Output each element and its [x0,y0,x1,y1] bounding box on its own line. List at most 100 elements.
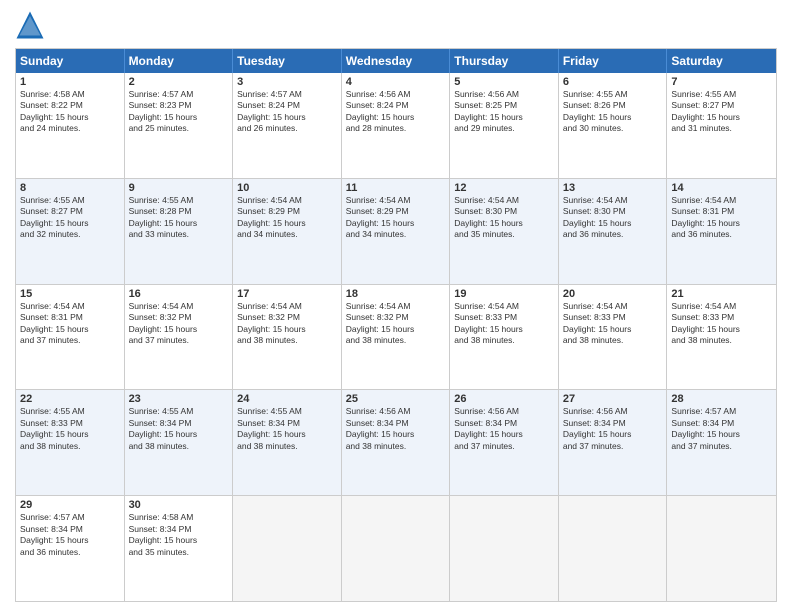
calendar: SundayMondayTuesdayWednesdayThursdayFrid… [15,48,777,602]
day-number: 5 [454,76,554,88]
day-number: 7 [671,76,772,88]
day-number: 4 [346,76,446,88]
day-number: 12 [454,182,554,194]
cell-info: Sunrise: 4:54 AM Sunset: 8:32 PM Dayligh… [129,301,229,347]
calendar-cell: 20Sunrise: 4:54 AM Sunset: 8:33 PM Dayli… [559,285,668,390]
calendar-cell-empty [450,496,559,601]
day-number: 8 [20,182,120,194]
calendar-cell: 14Sunrise: 4:54 AM Sunset: 8:31 PM Dayli… [667,179,776,284]
cell-info: Sunrise: 4:58 AM Sunset: 8:34 PM Dayligh… [129,512,229,558]
calendar-cell-empty [559,496,668,601]
calendar-row: 22Sunrise: 4:55 AM Sunset: 8:33 PM Dayli… [16,389,776,495]
calendar-cell: 30Sunrise: 4:58 AM Sunset: 8:34 PM Dayli… [125,496,234,601]
calendar-cell: 7Sunrise: 4:55 AM Sunset: 8:27 PM Daylig… [667,73,776,178]
cell-info: Sunrise: 4:54 AM Sunset: 8:31 PM Dayligh… [20,301,120,347]
cell-info: Sunrise: 4:54 AM Sunset: 8:33 PM Dayligh… [563,301,663,347]
calendar-cell: 6Sunrise: 4:55 AM Sunset: 8:26 PM Daylig… [559,73,668,178]
calendar-cell: 5Sunrise: 4:56 AM Sunset: 8:25 PM Daylig… [450,73,559,178]
calendar-header-cell: Thursday [450,49,559,73]
calendar-header-cell: Saturday [667,49,776,73]
day-number: 1 [20,76,120,88]
calendar-cell: 9Sunrise: 4:55 AM Sunset: 8:28 PM Daylig… [125,179,234,284]
cell-info: Sunrise: 4:54 AM Sunset: 8:30 PM Dayligh… [454,195,554,241]
day-number: 27 [563,393,663,405]
page: SundayMondayTuesdayWednesdayThursdayFrid… [0,0,792,612]
calendar-cell: 26Sunrise: 4:56 AM Sunset: 8:34 PM Dayli… [450,390,559,495]
calendar-cell-empty [667,496,776,601]
calendar-cell: 17Sunrise: 4:54 AM Sunset: 8:32 PM Dayli… [233,285,342,390]
day-number: 29 [20,499,120,511]
cell-info: Sunrise: 4:54 AM Sunset: 8:32 PM Dayligh… [346,301,446,347]
cell-info: Sunrise: 4:56 AM Sunset: 8:24 PM Dayligh… [346,89,446,135]
cell-info: Sunrise: 4:55 AM Sunset: 8:28 PM Dayligh… [129,195,229,241]
cell-info: Sunrise: 4:55 AM Sunset: 8:27 PM Dayligh… [671,89,772,135]
day-number: 18 [346,288,446,300]
calendar-header-cell: Friday [559,49,668,73]
day-number: 11 [346,182,446,194]
day-number: 22 [20,393,120,405]
cell-info: Sunrise: 4:55 AM Sunset: 8:27 PM Dayligh… [20,195,120,241]
calendar-cell: 29Sunrise: 4:57 AM Sunset: 8:34 PM Dayli… [16,496,125,601]
calendar-cell-empty [233,496,342,601]
cell-info: Sunrise: 4:57 AM Sunset: 8:34 PM Dayligh… [20,512,120,558]
day-number: 15 [20,288,120,300]
cell-info: Sunrise: 4:54 AM Sunset: 8:32 PM Dayligh… [237,301,337,347]
cell-info: Sunrise: 4:57 AM Sunset: 8:24 PM Dayligh… [237,89,337,135]
cell-info: Sunrise: 4:56 AM Sunset: 8:34 PM Dayligh… [454,406,554,452]
calendar-cell: 8Sunrise: 4:55 AM Sunset: 8:27 PM Daylig… [16,179,125,284]
calendar-cell: 15Sunrise: 4:54 AM Sunset: 8:31 PM Dayli… [16,285,125,390]
cell-info: Sunrise: 4:57 AM Sunset: 8:34 PM Dayligh… [671,406,772,452]
cell-info: Sunrise: 4:54 AM Sunset: 8:29 PM Dayligh… [237,195,337,241]
cell-info: Sunrise: 4:55 AM Sunset: 8:26 PM Dayligh… [563,89,663,135]
cell-info: Sunrise: 4:58 AM Sunset: 8:22 PM Dayligh… [20,89,120,135]
calendar-cell: 2Sunrise: 4:57 AM Sunset: 8:23 PM Daylig… [125,73,234,178]
day-number: 10 [237,182,337,194]
calendar-header-cell: Monday [125,49,234,73]
day-number: 23 [129,393,229,405]
calendar-cell: 18Sunrise: 4:54 AM Sunset: 8:32 PM Dayli… [342,285,451,390]
calendar-body: 1Sunrise: 4:58 AM Sunset: 8:22 PM Daylig… [16,73,776,601]
calendar-header-cell: Sunday [16,49,125,73]
cell-info: Sunrise: 4:56 AM Sunset: 8:34 PM Dayligh… [346,406,446,452]
calendar-row: 29Sunrise: 4:57 AM Sunset: 8:34 PM Dayli… [16,495,776,601]
day-number: 30 [129,499,229,511]
calendar-cell: 3Sunrise: 4:57 AM Sunset: 8:24 PM Daylig… [233,73,342,178]
calendar-row: 15Sunrise: 4:54 AM Sunset: 8:31 PM Dayli… [16,284,776,390]
day-number: 2 [129,76,229,88]
day-number: 19 [454,288,554,300]
day-number: 3 [237,76,337,88]
calendar-cell: 16Sunrise: 4:54 AM Sunset: 8:32 PM Dayli… [125,285,234,390]
cell-info: Sunrise: 4:54 AM Sunset: 8:29 PM Dayligh… [346,195,446,241]
calendar-cell: 1Sunrise: 4:58 AM Sunset: 8:22 PM Daylig… [16,73,125,178]
cell-info: Sunrise: 4:54 AM Sunset: 8:33 PM Dayligh… [454,301,554,347]
day-number: 16 [129,288,229,300]
cell-info: Sunrise: 4:57 AM Sunset: 8:23 PM Dayligh… [129,89,229,135]
calendar-cell: 27Sunrise: 4:56 AM Sunset: 8:34 PM Dayli… [559,390,668,495]
calendar-cell: 22Sunrise: 4:55 AM Sunset: 8:33 PM Dayli… [16,390,125,495]
calendar-header: SundayMondayTuesdayWednesdayThursdayFrid… [16,49,776,73]
day-number: 17 [237,288,337,300]
cell-info: Sunrise: 4:54 AM Sunset: 8:33 PM Dayligh… [671,301,772,347]
calendar-header-cell: Wednesday [342,49,451,73]
calendar-cell: 23Sunrise: 4:55 AM Sunset: 8:34 PM Dayli… [125,390,234,495]
day-number: 28 [671,393,772,405]
cell-info: Sunrise: 4:55 AM Sunset: 8:34 PM Dayligh… [129,406,229,452]
calendar-cell: 10Sunrise: 4:54 AM Sunset: 8:29 PM Dayli… [233,179,342,284]
calendar-cell: 21Sunrise: 4:54 AM Sunset: 8:33 PM Dayli… [667,285,776,390]
calendar-header-cell: Tuesday [233,49,342,73]
cell-info: Sunrise: 4:54 AM Sunset: 8:30 PM Dayligh… [563,195,663,241]
calendar-cell: 4Sunrise: 4:56 AM Sunset: 8:24 PM Daylig… [342,73,451,178]
calendar-cell: 25Sunrise: 4:56 AM Sunset: 8:34 PM Dayli… [342,390,451,495]
calendar-row: 8Sunrise: 4:55 AM Sunset: 8:27 PM Daylig… [16,178,776,284]
calendar-cell: 28Sunrise: 4:57 AM Sunset: 8:34 PM Dayli… [667,390,776,495]
calendar-cell: 13Sunrise: 4:54 AM Sunset: 8:30 PM Dayli… [559,179,668,284]
calendar-cell: 19Sunrise: 4:54 AM Sunset: 8:33 PM Dayli… [450,285,559,390]
day-number: 6 [563,76,663,88]
header [15,10,777,40]
day-number: 21 [671,288,772,300]
calendar-cell: 11Sunrise: 4:54 AM Sunset: 8:29 PM Dayli… [342,179,451,284]
logo [15,10,49,40]
day-number: 24 [237,393,337,405]
day-number: 26 [454,393,554,405]
day-number: 13 [563,182,663,194]
